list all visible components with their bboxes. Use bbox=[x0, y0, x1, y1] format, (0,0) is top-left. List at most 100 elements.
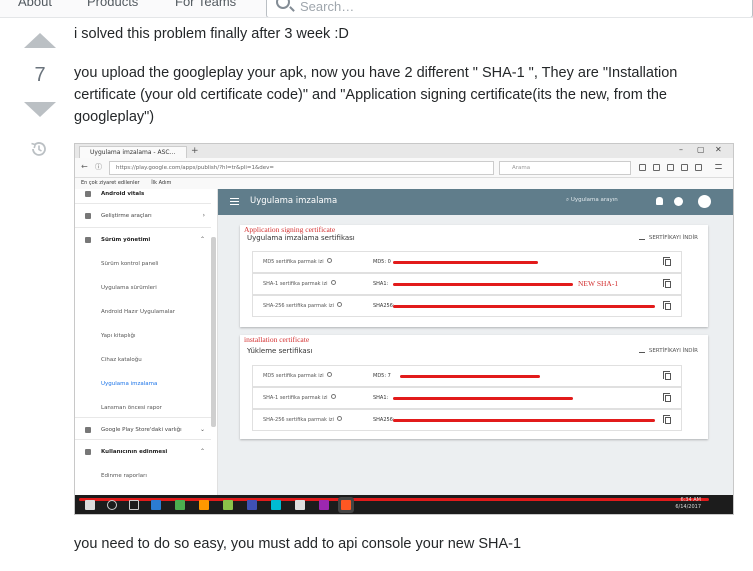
app-signing-certificate-card: Application signing certificate Uygulama… bbox=[240, 225, 708, 327]
download-certificate-button[interactable]: SERTİFİKAYI İNDİR bbox=[638, 234, 698, 241]
vote-count: 7 bbox=[34, 64, 46, 86]
browser-tabbar: Uygulama imzalama - ASC... + – ▢ ✕ bbox=[75, 144, 733, 158]
sidebar-item-release-dashboard[interactable]: Sürüm kontrol paneli bbox=[75, 255, 211, 273]
firefox-icon[interactable] bbox=[341, 500, 351, 510]
app-icon[interactable] bbox=[295, 500, 305, 510]
console-page-title: Uygulama imzalama bbox=[250, 196, 338, 206]
help-icon[interactable] bbox=[674, 197, 683, 206]
sha1-label: SHA-1 sertifika parmak izi bbox=[263, 388, 336, 408]
console-main: Uygulama imzalama ⌕ Uygulama arayın Appl… bbox=[218, 189, 733, 495]
explorer-icon[interactable] bbox=[199, 500, 209, 510]
store-icon bbox=[85, 427, 91, 433]
redaction-mark bbox=[393, 283, 573, 286]
browser-search-field[interactable]: Arama bbox=[499, 161, 631, 175]
search-icon[interactable] bbox=[107, 500, 117, 510]
notifications-icon[interactable] bbox=[656, 197, 663, 205]
sidebar-item-pre-launch-report[interactable]: Lansman öncesi rapor bbox=[75, 399, 211, 417]
redaction-mark bbox=[79, 498, 709, 501]
copy-icon[interactable] bbox=[663, 393, 671, 402]
close-icon[interactable]: ✕ bbox=[715, 145, 722, 154]
app-icon[interactable] bbox=[319, 500, 329, 510]
console-sidebar: Android vitals Geliştirme araçları › Sürü… bbox=[75, 189, 218, 495]
copy-icon[interactable] bbox=[663, 415, 671, 424]
dev-tools-icon bbox=[85, 213, 91, 219]
star-icon[interactable] bbox=[639, 164, 646, 171]
sidebar-item-store-presence[interactable]: Google Play Store'daki varlığı ⌄ bbox=[75, 421, 211, 439]
copy-icon[interactable] bbox=[663, 371, 671, 380]
app-icon[interactable] bbox=[247, 500, 257, 510]
card-title: Yükleme sertifikası bbox=[247, 347, 313, 355]
start-icon[interactable] bbox=[85, 500, 95, 510]
menu-icon[interactable] bbox=[715, 164, 722, 169]
help-circle-icon[interactable] bbox=[336, 302, 342, 307]
download-certificate-button[interactable]: SERTİFİKAYI İNDİR bbox=[638, 347, 698, 354]
sha1-label: SHA-1 sertifika parmak izi bbox=[263, 274, 336, 294]
sha256-value: SHA256: bbox=[373, 303, 395, 309]
sha256-value: SHA256: bbox=[373, 417, 395, 423]
sidebar-item-app-signing[interactable]: Uygulama imzalama bbox=[75, 375, 211, 393]
search-input[interactable]: Search… bbox=[266, 0, 753, 17]
sha1-value: SHA1: bbox=[373, 395, 389, 401]
new-tab-icon[interactable]: + bbox=[191, 146, 199, 156]
help-circle-icon[interactable] bbox=[326, 258, 332, 263]
address-field[interactable]: https://play.google.com/apps/publish/?hl… bbox=[109, 161, 494, 175]
info-icon[interactable]: ⓘ bbox=[95, 162, 102, 172]
windows-taskbar: 6:34 AM 6/14/2017 bbox=[75, 495, 733, 514]
sha256-label: SHA-256 sertifika parmak izi bbox=[263, 296, 342, 316]
help-circle-icon[interactable] bbox=[326, 372, 332, 377]
copy-icon[interactable] bbox=[663, 279, 671, 288]
top-navigation: About Products For Teams Search… bbox=[0, 0, 753, 18]
card-title: Uygulama imzalama sertifikası bbox=[247, 234, 355, 242]
download-icon[interactable] bbox=[667, 164, 674, 171]
sidebar-item-app-releases[interactable]: Uygulama sürümleri bbox=[75, 279, 211, 297]
sidebar-item-user-acquisition[interactable]: Kullanıcının edinmesi ⌃ bbox=[75, 443, 211, 461]
help-circle-icon[interactable] bbox=[330, 394, 336, 399]
edge-icon[interactable] bbox=[151, 500, 161, 510]
sidebar-scrollbar[interactable] bbox=[211, 237, 216, 427]
library-icon[interactable] bbox=[653, 164, 660, 171]
hamburger-menu-icon[interactable] bbox=[230, 198, 239, 205]
sidebar-item-device-catalog[interactable]: Cihaz kataloğu bbox=[75, 351, 211, 369]
sidebar-item-acquisition-reports[interactable]: Edinme raporları bbox=[75, 467, 211, 485]
sidebar-item-release-management[interactable]: Sürüm yönetimi ⌃ bbox=[75, 231, 211, 249]
redaction-mark bbox=[393, 305, 655, 308]
answer-line-1: i solved this problem finally after 3 we… bbox=[74, 26, 349, 42]
sidebar-item-dev-tools[interactable]: Geliştirme araçları › bbox=[75, 207, 211, 225]
help-circle-icon[interactable] bbox=[330, 280, 336, 285]
store-app-icon[interactable] bbox=[175, 500, 185, 510]
browser-tab[interactable]: Uygulama imzalama - ASC... bbox=[79, 146, 187, 158]
upvote-arrow-icon[interactable] bbox=[24, 33, 56, 48]
app-icon[interactable] bbox=[271, 500, 281, 510]
maximize-icon[interactable]: ▢ bbox=[697, 145, 705, 154]
help-circle-icon[interactable] bbox=[336, 416, 342, 421]
downvote-arrow-icon[interactable] bbox=[24, 102, 56, 117]
nav-products-link[interactable]: Products bbox=[87, 0, 138, 9]
download-icon bbox=[638, 234, 645, 240]
md5-label: MD5 sertifika parmak izi bbox=[263, 252, 332, 272]
annotation-installation: installation certificate bbox=[244, 335, 310, 344]
pocket-icon[interactable] bbox=[695, 164, 702, 171]
home-icon[interactable] bbox=[681, 164, 688, 171]
console-appbar: Uygulama imzalama ⌕ Uygulama arayın bbox=[218, 189, 733, 215]
sidebar-item-android-vitals[interactable]: Android vitals bbox=[75, 185, 211, 203]
back-icon[interactable]: ← bbox=[81, 162, 88, 171]
sha1-value: SHA1: bbox=[373, 281, 389, 287]
installation-certificate-card: installation certificate Yükleme sertifi… bbox=[240, 335, 708, 439]
task-view-icon[interactable] bbox=[129, 500, 139, 510]
md5-value: MD5: 7 bbox=[373, 373, 391, 379]
search-placeholder: Search… bbox=[300, 0, 355, 14]
copy-icon[interactable] bbox=[663, 257, 671, 266]
nav-for-teams-link[interactable]: For Teams bbox=[175, 0, 236, 9]
avatar[interactable] bbox=[698, 195, 711, 208]
app-search-input[interactable]: ⌕ Uygulama arayın bbox=[566, 197, 618, 204]
sidebar-item-instant-apps[interactable]: Android Hazır Uygulamalar bbox=[75, 303, 211, 321]
app-icon[interactable] bbox=[223, 500, 233, 510]
sidebar-item-artifact-library[interactable]: Yapı kitaplığı bbox=[75, 327, 211, 345]
minimize-icon[interactable]: – bbox=[679, 145, 683, 154]
answer-paragraph-2: you upload the googleplay your apk, now … bbox=[74, 65, 678, 125]
users-icon bbox=[85, 449, 91, 455]
answer-closing-line: you need to do so easy, you must add to … bbox=[74, 536, 522, 552]
history-icon[interactable] bbox=[30, 140, 48, 158]
nav-about-link[interactable]: About bbox=[18, 0, 52, 9]
copy-icon[interactable] bbox=[663, 301, 671, 310]
